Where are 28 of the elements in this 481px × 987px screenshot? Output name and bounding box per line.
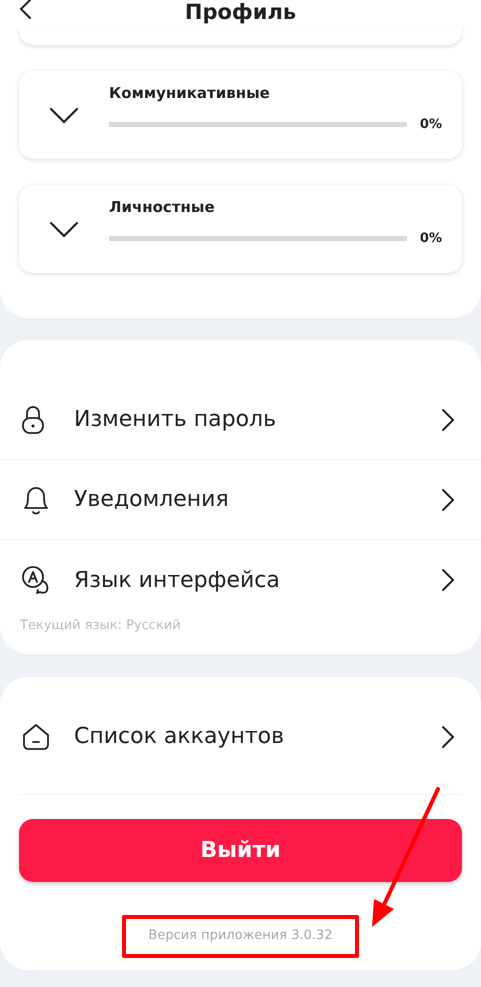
settings-row[interactable]: Список аккаунтов (0, 696, 481, 776)
chevron-down-icon (49, 220, 79, 238)
row-label: Уведомления (74, 486, 230, 514)
settings-row[interactable]: Язык интерфейса (0, 540, 481, 620)
row-label: Язык интерфейса (74, 566, 281, 594)
progress-percent: 0% (420, 116, 442, 134)
settings-row[interactable]: Уведомления (0, 460, 481, 540)
back-button[interactable] (18, 0, 32, 20)
row-label: Список аккаунтов (74, 723, 286, 751)
app-version: Версия приложения 3.0.32 (148, 927, 333, 946)
skill-card[interactable]: Коммуникативные 0% (19, 71, 462, 159)
chevron-right-icon (441, 724, 455, 748)
logout-button[interactable]: Выйти (19, 818, 462, 882)
chevron-right-icon (441, 408, 455, 432)
chevron-down-icon (49, 106, 79, 124)
skill-title: Личностные (109, 197, 216, 218)
skill-title: Коммуникативные (109, 83, 271, 104)
current-language: Текущий язык: Русский (19, 617, 182, 635)
lock-icon (20, 404, 46, 434)
back-icon (18, 0, 32, 20)
skill-card[interactable]: Личностные 0% (19, 185, 462, 273)
chevron-right-icon (441, 488, 455, 512)
settings-row[interactable]: Изменить пароль (0, 380, 481, 460)
progress-percent: 0% (420, 230, 442, 248)
home-icon (20, 722, 52, 752)
chevron-right-icon (441, 568, 455, 592)
row-label: Изменить пароль (74, 406, 278, 434)
page-title: Профиль (184, 0, 296, 26)
